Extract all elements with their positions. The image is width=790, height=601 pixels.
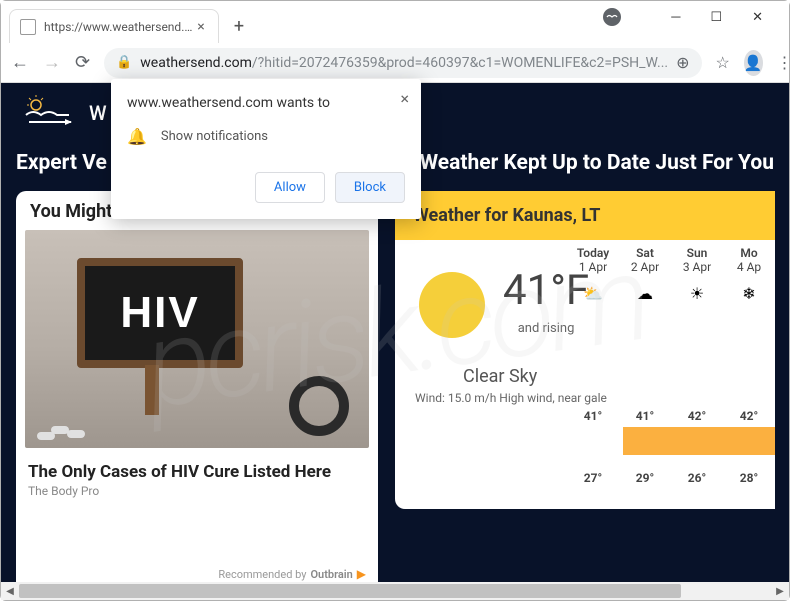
- new-tab-button[interactable]: +: [225, 12, 253, 40]
- stethoscope-icon: [219, 356, 349, 436]
- close-window-button[interactable]: ✕: [752, 10, 763, 25]
- star-icon[interactable]: ☆: [716, 53, 730, 72]
- lo-temp: 27°: [567, 471, 619, 485]
- sky-condition: Clear Sky: [463, 366, 775, 387]
- lo-temp: 29°: [619, 471, 671, 485]
- temp-trend: and rising: [503, 321, 589, 336]
- minimize-button[interactable]: ─: [671, 9, 680, 25]
- browser-tab[interactable]: https://www.weathersend.com/? ×: [9, 9, 219, 43]
- lo-temp: 26°: [671, 471, 723, 485]
- hero-left-text: Expert Ve: [16, 151, 107, 175]
- ad-headline[interactable]: The Only Cases of HIV Cure Listed Here: [16, 448, 378, 484]
- bell-icon: 🔔: [127, 127, 147, 146]
- chalk-text: HIV: [120, 288, 199, 338]
- menu-icon[interactable]: ⋮: [777, 53, 790, 72]
- forecast-day[interactable]: Today1 Apr⛅: [567, 246, 619, 312]
- temp-band: [623, 427, 775, 455]
- weather-header: Weather for Kaunas, LT: [395, 191, 775, 240]
- tab-title: https://www.weathersend.com/?: [44, 20, 194, 34]
- profile-avatar[interactable]: 👤: [744, 50, 763, 76]
- ad-image[interactable]: HIV: [25, 230, 369, 448]
- scroll-left-icon[interactable]: ◀: [1, 582, 19, 600]
- wind-text: Wind: 15.0 m/h High wind, near gale: [415, 391, 775, 405]
- notification-permission-popup: × www.weathersend.com wants to 🔔 Show no…: [111, 79, 421, 219]
- browser-toolbar: ← → ⟳ 🔒 weathersend.com/?hitid=207247635…: [1, 43, 789, 83]
- ad-source: The Body Pro: [16, 484, 378, 498]
- address-bar[interactable]: 🔒 weathersend.com/?hitid=2072476359&prod…: [104, 48, 701, 78]
- sun-icon: [419, 272, 485, 338]
- maximize-button[interactable]: ☐: [710, 10, 722, 25]
- hi-temp: 42°: [723, 409, 775, 423]
- forecast-row: Today1 Apr⛅Sat2 Apr☁Sun3 Apr☀Mo4 Ap❄: [567, 246, 775, 312]
- site-logo[interactable]: W: [21, 95, 107, 130]
- close-popup-icon[interactable]: ×: [400, 89, 409, 108]
- forecast-day[interactable]: Sun3 Apr☀: [671, 246, 723, 312]
- logo-text: W: [89, 101, 107, 125]
- back-button[interactable]: ←: [11, 52, 29, 73]
- recommended-by[interactable]: Recommended by Outbrain ▶: [218, 567, 366, 581]
- hi-temp: 41°: [567, 409, 619, 423]
- related-card: You Might Also Like HIV The Only Cases o…: [16, 191, 378, 582]
- popup-message: Show notifications: [161, 129, 268, 144]
- incognito-icon[interactable]: [603, 8, 621, 26]
- forward-button[interactable]: →: [43, 52, 61, 73]
- allow-button[interactable]: Allow: [255, 172, 325, 203]
- lo-temps-row: 27°29°26°28°: [567, 471, 775, 485]
- scroll-right-icon[interactable]: ▶: [771, 582, 789, 600]
- lo-temp: 28°: [723, 471, 775, 485]
- hero-right-text: Weather Kept Up to Date Just For You: [420, 151, 774, 175]
- block-button[interactable]: Block: [335, 172, 405, 203]
- popup-origin: www.weathersend.com wants to: [127, 95, 405, 111]
- hi-temp: 41°: [619, 409, 671, 423]
- forecast-day[interactable]: Mo4 Ap❄: [723, 246, 775, 312]
- forecast-day[interactable]: Sat2 Apr☁: [619, 246, 671, 312]
- lock-icon: 🔒: [116, 55, 132, 70]
- weather-logo-icon: [21, 95, 81, 130]
- weather-card: Weather for Kaunas, LT 41°F and rising T…: [395, 191, 775, 509]
- reload-button[interactable]: ⟳: [75, 52, 90, 73]
- url-text: weathersend.com/?hitid=2072476359&prod=4…: [140, 55, 668, 71]
- hi-temps-row: 41°41°42°42°: [567, 409, 775, 423]
- scroll-thumb[interactable]: [19, 584, 681, 598]
- chalkboard: HIV: [77, 258, 243, 368]
- horizontal-scrollbar[interactable]: ◀ ▶: [1, 582, 789, 600]
- hi-temp: 42°: [671, 409, 723, 423]
- outbrain-brand: Outbrain: [310, 568, 352, 581]
- window-titlebar: https://www.weathersend.com/? × + ─ ☐ ✕: [1, 1, 789, 43]
- tab-favicon: [20, 19, 36, 35]
- outbrain-arrow-icon: ▶: [357, 567, 366, 581]
- zoom-icon[interactable]: ⊕: [676, 53, 689, 72]
- close-tab-icon[interactable]: ×: [194, 19, 208, 35]
